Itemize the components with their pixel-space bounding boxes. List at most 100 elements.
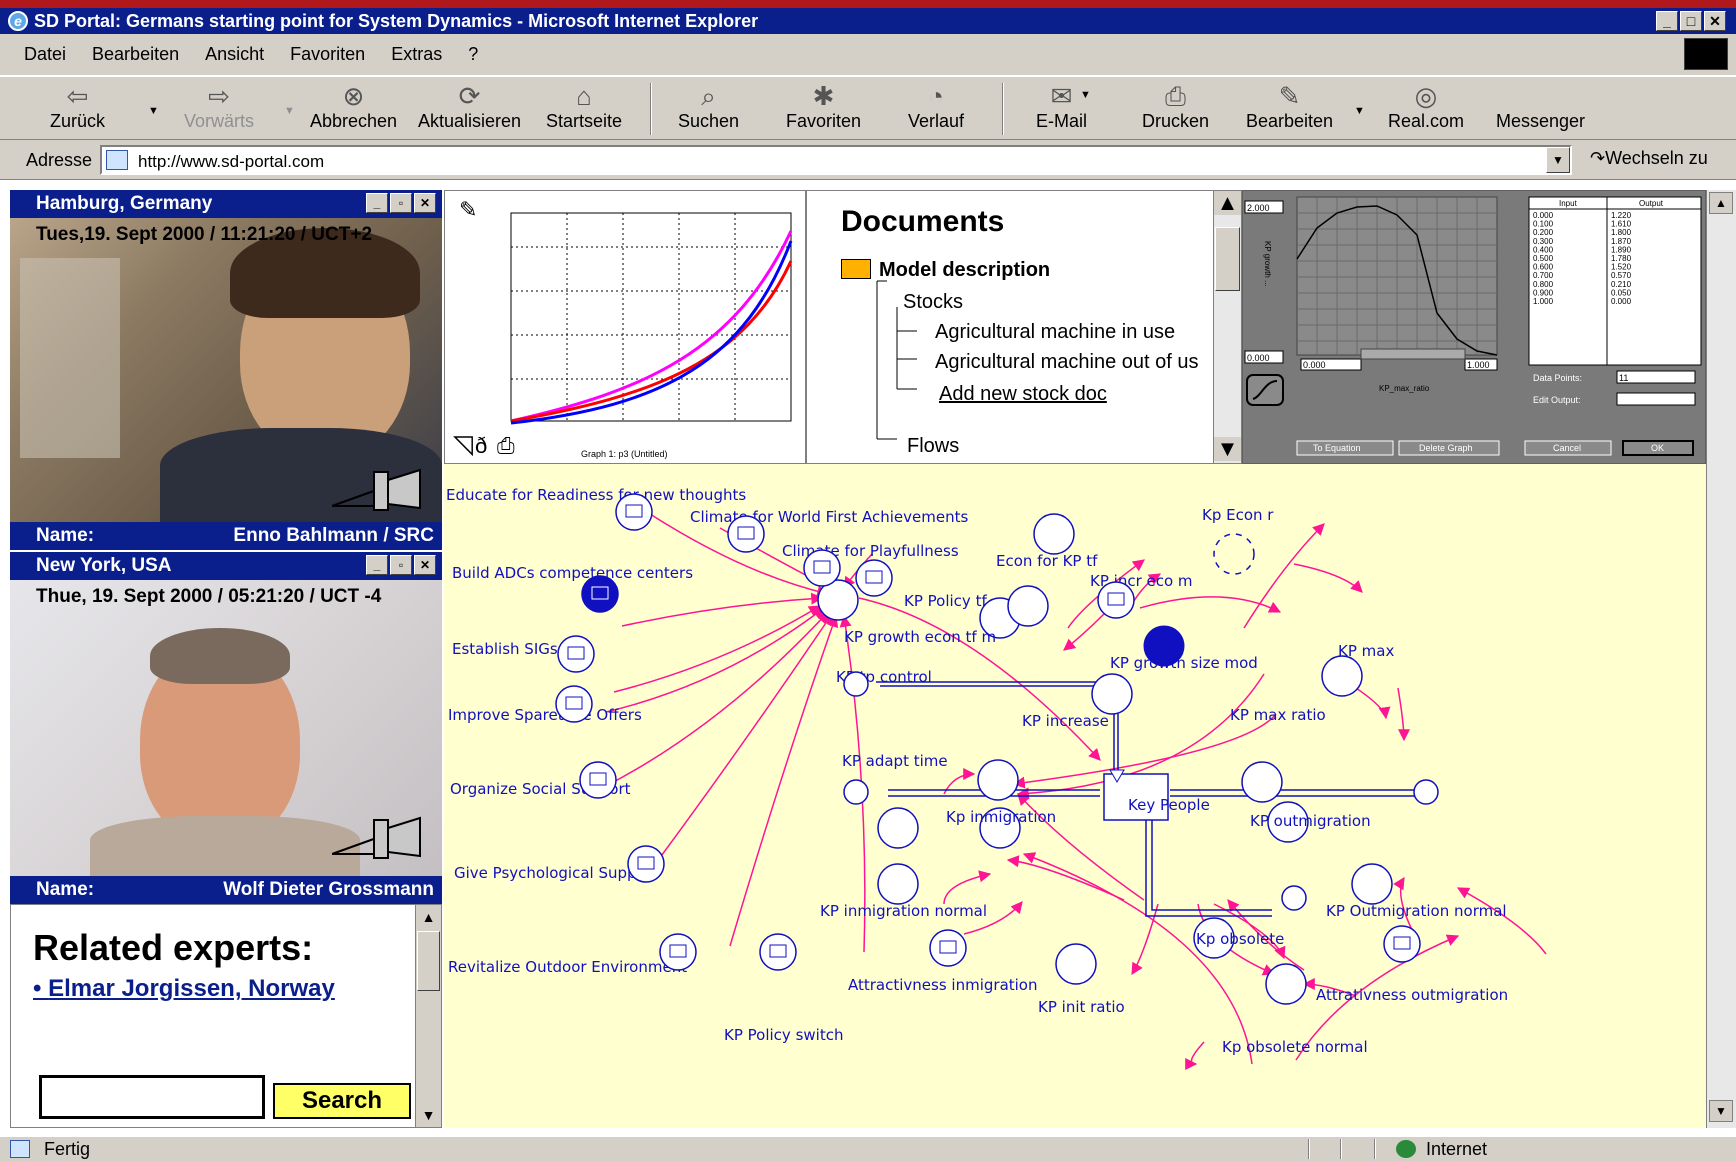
messenger-label: Messenger — [1496, 111, 1586, 131]
address-input[interactable]: http://www.sd-portal.com — [100, 145, 1572, 175]
delete-graph-button[interactable]: Delete Graph — [1419, 443, 1473, 453]
edit-dropdown-icon[interactable]: ▼ — [1354, 105, 1365, 117]
kp-adapt-time-node[interactable] — [877, 807, 919, 849]
print-button[interactable]: ⎙ Drucken — [1142, 81, 1209, 132]
search-button[interactable]: Search — [273, 1083, 411, 1119]
refresh-button[interactable]: ⟳ Aktualisieren — [418, 81, 521, 132]
home-button[interactable]: ⌂ Startseite — [546, 81, 622, 132]
address-dropdown-button[interactable]: ▼ — [1546, 147, 1570, 173]
kp-max-top-node[interactable] — [1321, 655, 1363, 697]
graph-converter-node[interactable] — [659, 933, 697, 971]
graph-converter-node[interactable] — [579, 761, 617, 799]
scroll-thumb[interactable] — [1215, 227, 1240, 291]
favorites-button[interactable]: ✱ Favoriten — [786, 81, 861, 132]
go-button[interactable]: ↷Wechseln zu — [1590, 148, 1708, 169]
menu-help[interactable]: ? — [468, 44, 478, 65]
lock-icon[interactable]: ð — [475, 433, 487, 458]
lookup-ymax[interactable]: 2.000 — [1247, 203, 1270, 213]
kp-econ-r-ghost-node[interactable] — [1213, 533, 1255, 575]
menu-extras[interactable]: Extras — [391, 44, 442, 65]
graph-tools-icon[interactable]: ◹ — [453, 429, 473, 459]
page-scroll-up-icon[interactable]: ▲ — [1709, 192, 1733, 214]
kp-max-node[interactable] — [1091, 673, 1133, 715]
kp-increase-node[interactable] — [977, 759, 1019, 801]
cancel-button[interactable]: Cancel — [1553, 443, 1581, 453]
lookup-output-cell[interactable]: 0.000 — [1611, 297, 1632, 306]
forward-dropdown-icon[interactable]: ▼ — [284, 105, 295, 117]
kp-inmig-normal-node[interactable] — [877, 863, 919, 905]
kp-init-ratio-node[interactable] — [1055, 943, 1097, 985]
graph-converter-node[interactable] — [1383, 925, 1421, 963]
print-graph-icon[interactable]: ⎙ — [497, 433, 515, 458]
kp-obs-normal-node[interactable] — [1265, 963, 1307, 1005]
edit-button[interactable]: ✎ Bearbeiten — [1246, 81, 1333, 132]
tree-item-machine-in-use[interactable]: Agricultural machine in use — [935, 321, 1175, 344]
page-scrollbar[interactable]: ▲ ▼ — [1706, 190, 1736, 1128]
search-button[interactable]: ⌕ Suchen — [678, 81, 739, 132]
history-label: Verlauf — [908, 111, 965, 131]
scroll-thumb[interactable] — [417, 931, 440, 991]
mail-dropdown-icon[interactable]: ▼ — [1080, 89, 1091, 101]
graph-converter-node[interactable] — [929, 929, 967, 967]
menu-favoriten[interactable]: Favoriten — [290, 44, 365, 65]
graph-converter-node[interactable] — [557, 635, 595, 673]
lookup-hscroll[interactable] — [1360, 348, 1466, 360]
close-button[interactable]: ✕ — [1704, 11, 1726, 31]
minimize-button[interactable]: _ — [1656, 11, 1678, 31]
graph-converter-node[interactable] — [581, 575, 619, 613]
graph-converter-node[interactable] — [855, 559, 893, 597]
graph-converter-node[interactable] — [1097, 581, 1135, 619]
stop-button[interactable]: ⊗ Abbrechen — [310, 81, 397, 132]
expert-link[interactable]: • Elmar Jorgissen, Norway — [33, 975, 335, 1003]
add-stock-doc-link[interactable]: Add new stock doc — [939, 383, 1107, 406]
menu-bearbeiten[interactable]: Bearbeiten — [92, 44, 179, 65]
kp-outmig-normal-node[interactable] — [1351, 863, 1393, 905]
messenger-button[interactable]: Messenger — [1496, 81, 1585, 132]
realcom-button[interactable]: ◎ Real.com — [1388, 81, 1464, 132]
scroll-down-icon[interactable]: ▼ — [416, 1103, 441, 1127]
graph-converter-node[interactable] — [759, 933, 797, 971]
back-dropdown-icon[interactable]: ▼ — [148, 105, 159, 117]
ok-button[interactable]: OK — [1651, 443, 1664, 453]
menu-datei[interactable]: Datei — [24, 44, 66, 65]
kp-max-ratio-node[interactable] — [1241, 761, 1283, 803]
lookup-input-cell[interactable]: 1.000 — [1533, 297, 1554, 306]
menu-ansicht[interactable]: Ansicht — [205, 44, 264, 65]
to-equation-button[interactable]: To Equation — [1313, 443, 1361, 453]
video-maximize-button[interactable]: ▫ — [390, 193, 412, 213]
lookup-xmax[interactable]: 1.000 — [1467, 360, 1490, 370]
graph-converter-node[interactable] — [615, 493, 653, 531]
video-maximize-button[interactable]: ▫ — [390, 555, 412, 575]
video-minimize-button[interactable]: _ — [366, 555, 388, 575]
volume-icon[interactable] — [332, 468, 422, 512]
history-button[interactable]: ◔ Verlauf — [908, 81, 964, 132]
stop-icon: ⊗ — [342, 81, 365, 111]
page-scroll-down-icon[interactable]: ▼ — [1709, 1100, 1733, 1122]
scroll-down-icon[interactable]: ▼ — [1214, 437, 1241, 461]
scroll-up-icon[interactable]: ▲ — [416, 905, 441, 929]
kp-growth-size-node[interactable] — [1143, 625, 1185, 667]
tree-item-machine-out-of-use[interactable]: Agricultural machine out of us — [935, 351, 1198, 374]
video-close-button[interactable]: ✕ — [414, 193, 436, 213]
econ-kp-tf-top-node[interactable] — [1033, 513, 1075, 555]
graph-converter-node[interactable] — [803, 549, 841, 587]
pushpin-icon[interactable]: ✎ — [459, 197, 477, 222]
video-close-button[interactable]: ✕ — [414, 555, 436, 575]
lookup-xmin[interactable]: 0.000 — [1303, 360, 1326, 370]
econ-kp-tf-node[interactable] — [1007, 585, 1049, 627]
back-button[interactable]: ⇦ Zurück — [50, 81, 105, 132]
graph-converter-node[interactable] — [555, 685, 593, 723]
forward-button[interactable]: ⇨ Vorwärts — [184, 81, 254, 132]
maximize-button[interactable]: □ — [1680, 11, 1702, 31]
graph-converter-node[interactable] — [727, 515, 765, 553]
data-points-field[interactable]: 11 — [1619, 373, 1628, 383]
edit-output-field[interactable] — [1616, 392, 1696, 406]
expert-search-input[interactable] — [39, 1075, 265, 1119]
volume-icon[interactable] — [332, 816, 422, 860]
documents-scrollbar[interactable]: ▲ ▼ — [1213, 191, 1241, 463]
lookup-ymin[interactable]: 0.000 — [1247, 353, 1270, 363]
video-minimize-button[interactable]: _ — [366, 193, 388, 213]
scroll-up-icon[interactable]: ▲ — [1214, 191, 1241, 215]
graph-converter-node[interactable] — [627, 845, 665, 883]
related-scrollbar[interactable]: ▲ ▼ — [415, 905, 441, 1127]
